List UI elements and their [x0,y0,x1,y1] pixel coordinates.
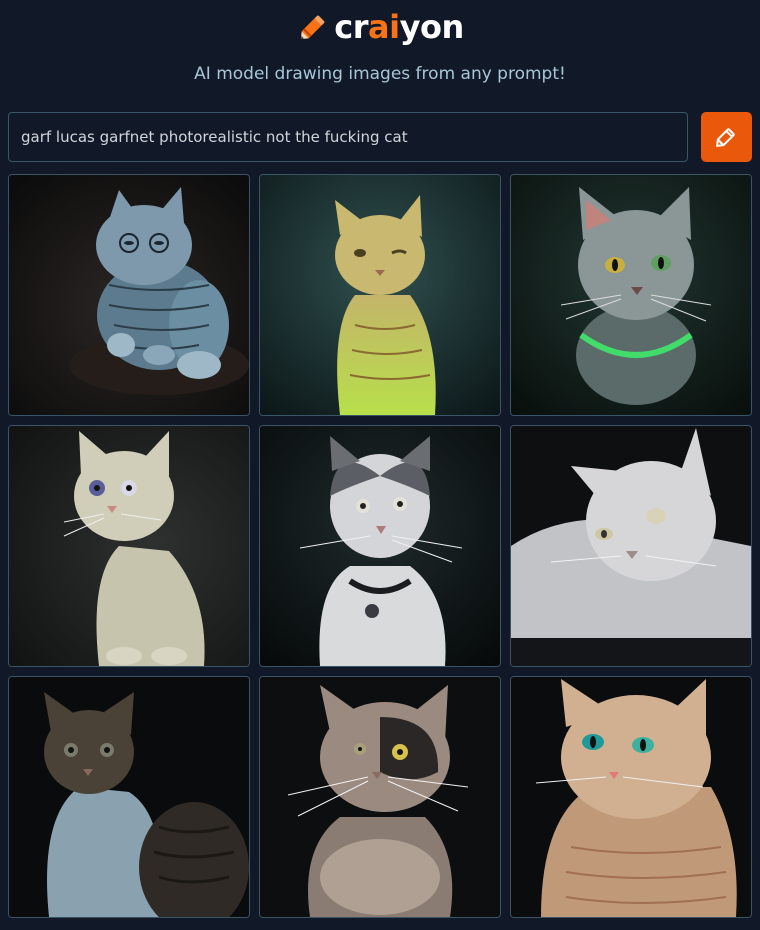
prompt-input[interactable] [8,112,688,162]
header: craiyon AI model drawing images from any… [0,0,760,100]
prompt-row [8,112,752,162]
cat-image [511,677,751,917]
cat-image [260,175,500,415]
result-image-9[interactable] [510,676,752,918]
result-image-5[interactable] [259,425,501,667]
brand-name-pre: cr [334,8,369,46]
cat-image [260,426,500,666]
brand-name-post: yon [399,8,465,46]
brand-name: craiyon [334,8,465,46]
cat-image [260,677,500,917]
result-image-6[interactable] [510,425,752,667]
draw-button[interactable] [701,112,752,162]
result-image-8[interactable] [259,676,501,918]
brand-name-accent: ai [368,8,400,46]
result-image-1[interactable] [8,174,250,416]
tagline: AI model drawing images from any prompt! [194,64,566,84]
pencil-icon [713,122,741,153]
cat-image [9,677,249,917]
result-image-4[interactable] [8,425,250,667]
cat-image [9,426,249,666]
result-image-2[interactable] [259,174,501,416]
results-grid [8,174,752,918]
result-image-7[interactable] [8,676,250,918]
craiyon-logo[interactable]: craiyon [0,8,760,46]
cat-image [511,426,751,666]
result-image-3[interactable] [510,174,752,416]
pencil-icon [296,10,330,44]
cat-image [9,175,249,415]
cat-image [511,175,751,415]
